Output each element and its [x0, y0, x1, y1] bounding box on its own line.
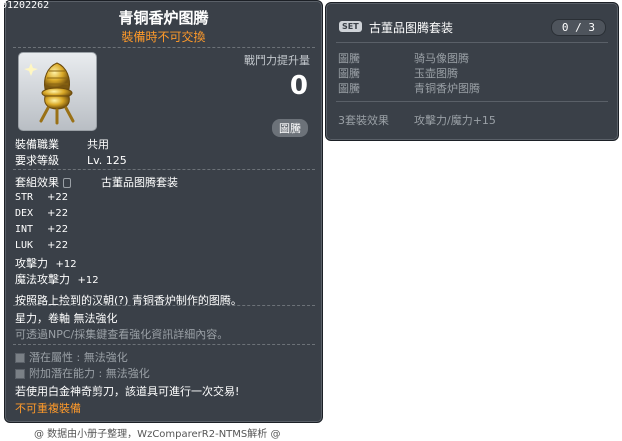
divider [336, 42, 608, 43]
divider [13, 344, 315, 345]
magic-attack-label: 魔法攻擊力 [15, 273, 70, 286]
magic-attack-value: +12 [77, 275, 99, 286]
set-part: 圖騰 玉壶图腾 [338, 65, 458, 81]
censer-totem-icon [24, 62, 75, 125]
combat-power-value: 0 [289, 71, 308, 101]
attack-label: 攻擊力 [15, 257, 48, 270]
item-type-badge: 圖騰 [272, 119, 308, 137]
stat-int: INT +22 [15, 224, 69, 235]
trade-restriction: 裝備時不可交換 [121, 30, 206, 44]
additional-potential-row: 附加潛在能力 : 無法強化 [15, 365, 150, 381]
divider [13, 169, 315, 170]
item-id: 01202262 [1, 0, 50, 11]
potential-row: 潛在屬性 : 無法強化 [15, 349, 128, 365]
divider [13, 47, 315, 48]
set-effect-row: 套組效果 古董品图腾套装 [15, 174, 178, 190]
footer-credit: @ 数据由小册子整理，WzComparerR2-NTMS解析 @ [34, 429, 281, 440]
item-tooltip: 青铜香炉图腾 裝備時不可交換 戰鬥力提升量 0 圖騰 裝備職業 共用 要求等級 Lv… [4, 0, 323, 423]
potential-label: 潛在屬性 : 無法強化 [29, 351, 128, 364]
magic-attack-row: 魔法攻擊力 +12 [15, 271, 99, 287]
set-part-type: 圖騰 [338, 82, 360, 95]
item-name: 青铜香炉图腾 [118, 9, 209, 27]
set-bonus-label: 3套裝效果 [338, 114, 389, 127]
set-part-type: 圖騰 [338, 52, 360, 65]
set-badge: SET [339, 21, 362, 32]
npc-hint: 可透過NPC/採集鍵查看強化資訊詳細內容。 [15, 328, 229, 341]
attack-row: 攻擊力 +12 [15, 255, 77, 271]
job-value: 共用 [87, 138, 109, 151]
set-tooltip: SET 古董品图腾套装 0 / 3 圖騰 骑马像图腾 圖騰 玉壶图腾 圖騰 青铜香炉图… [325, 2, 619, 141]
set-effect-label: 套組效果 [15, 176, 59, 189]
job-label: 裝備職業 [15, 138, 59, 151]
job-row: 裝備職業 共用 [15, 136, 109, 152]
additional-potential-label: 附加潛在能力 : 無法強化 [29, 367, 150, 380]
stat-luk: LUK +22 [15, 240, 69, 251]
stat-str: STR +22 [15, 192, 69, 203]
set-bonus-row: 3套裝效果 攻擊力/魔力+15 [338, 112, 496, 128]
attack-value: +12 [55, 259, 77, 270]
set-part-type: 圖騰 [338, 67, 360, 80]
combat-power-label: 戰鬥力提升量 [244, 54, 310, 67]
level-label: 要求等級 [15, 154, 59, 167]
set-part-name: 青铜香炉图腾 [414, 82, 480, 95]
potential-icon [15, 353, 25, 363]
set-part-name: 玉壶图腾 [414, 67, 458, 80]
divider [13, 305, 315, 306]
additional-potential-icon [15, 369, 25, 379]
set-bonus-value: 攻擊力/魔力+15 [414, 114, 496, 127]
divider [336, 101, 608, 102]
lock-icon [63, 178, 71, 188]
level-row: 要求等級 Lv. 125 [15, 152, 127, 168]
unique-equip-note: 不可重複裝備 [15, 402, 81, 415]
level-value: Lv. 125 [87, 154, 127, 167]
set-part-name: 骑马像图腾 [414, 52, 469, 65]
set-part: 圖騰 骑马像图腾 [338, 50, 469, 66]
set-effect-value: 古董品图腾套装 [101, 176, 178, 189]
enhance-status: 星力，卷軸 無法強化 [15, 312, 118, 325]
scissors-note: 若使用白金神奇剪刀，該道具可進行一次交易! [15, 385, 240, 398]
set-count: 0 / 3 [550, 19, 606, 36]
stat-dex: DEX +22 [15, 208, 69, 219]
item-icon-frame [18, 52, 97, 131]
set-name: 古董品图腾套装 [369, 21, 454, 35]
set-part: 圖騰 青铜香炉图腾 [338, 80, 480, 96]
